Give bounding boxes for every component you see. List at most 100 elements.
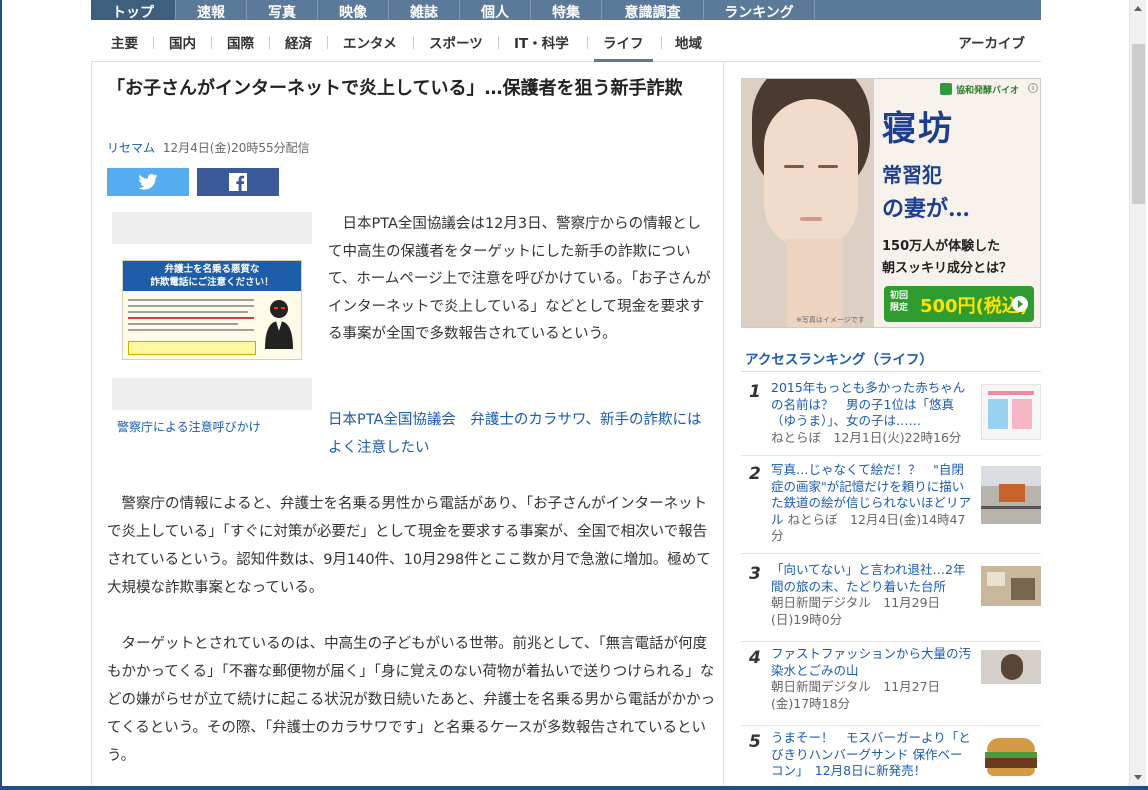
top-nav: トップ 速報 写真 映像 雑誌 個人 特集 意識調査 ランキング (91, 0, 1041, 20)
ranking-title: アクセスランキング（ライフ） (745, 352, 933, 368)
top-nav-ranking[interactable]: ランキング (704, 0, 815, 20)
ad-line: 常習犯 (882, 163, 942, 187)
twitter-icon (138, 174, 158, 190)
top-nav-breaking[interactable]: 速報 (176, 0, 247, 20)
ranking-text: 2015年もっとも多かった赤ちゃんの名前は？ 男の子1位は「悠真（ゆうま）」、女… (771, 380, 971, 446)
ad-photo-face (764, 99, 858, 249)
arrow-right-icon (1012, 296, 1028, 312)
ranking-text: ファストファッションから大量の汚染水とごみの山 朝日新聞デジタル 11月27日(… (771, 646, 971, 712)
ranking-source: ねとらぼ 12月1日(火)22時16分 (771, 429, 962, 445)
subnav-divider (153, 36, 154, 49)
ranking-thumbnail[interactable] (981, 466, 1041, 524)
subnav-it-science[interactable]: IT・科学 (514, 32, 569, 52)
ad-cta-label: 初回 限定 (890, 291, 909, 313)
image-frame-bottom (112, 378, 312, 410)
ranking-number: 4 (749, 648, 761, 668)
subnav-divider (661, 36, 662, 49)
ad-photo-note: ※写真はイメージです (796, 316, 865, 324)
archive-link[interactable]: アーカイブ (958, 32, 1025, 52)
subnav-divider (327, 36, 328, 49)
top-nav-personal[interactable]: 個人 (460, 0, 531, 20)
ranking-link[interactable]: ファストファッションから大量の汚染水とごみの山 (771, 646, 971, 678)
poster-text-line (128, 299, 254, 301)
subnav-main[interactable]: 主要 (111, 32, 138, 52)
ranking-item[interactable]: 3 「向いてない」と言われ退社…2年間の旅の末、たどり着いた台所 朝日新聞デジタ… (741, 562, 1041, 642)
ranking-thumbnail[interactable] (981, 384, 1041, 440)
top-nav-magazine[interactable]: 雑誌 (389, 0, 460, 20)
ranking-item[interactable]: 5 うまそー！ モスバーガーより「とびきりハンバーグサンド 保作ベーコン」 12… (741, 730, 1041, 786)
subnav-life[interactable]: ライフ (603, 32, 644, 52)
ad-photo-mouth (800, 217, 822, 221)
ad-brand: 協和発酵バイオ (956, 86, 1020, 96)
article-lead: 日本PTA全国協議会は12月3日、警察庁からの情報として中高生の保護者をターゲッ… (328, 216, 711, 342)
facebook-icon (229, 173, 247, 191)
ad-cta-button[interactable]: 初回 限定 500円(税込) (884, 286, 1034, 322)
ranking-item[interactable]: 1 2015年もっとも多かった赤ちゃんの名前は？ 男の子1位は「悠真（ゆうま）」… (741, 380, 1041, 456)
poster-heading: 弁護士を名乗る悪質な 詐欺電話にご注意ください！ (123, 261, 301, 291)
ranking-divider (741, 371, 1041, 372)
poster-text-line (128, 317, 254, 319)
ranking-item[interactable]: 2 写真…じゃなくて絵だ！？ "自閉症の画家"が記憶だけを頼りに描いた鉄道の絵が… (741, 462, 1041, 554)
suspect-figure-icon (265, 300, 293, 349)
ranking-link[interactable]: 「向いてない」と言われ退社…2年間の旅の末、たどり着いた台所 (771, 562, 965, 594)
scroll-up-icon[interactable] (1134, 6, 1142, 11)
ranking-thumbnail[interactable] (981, 566, 1041, 606)
subnav-entertainment[interactable]: エンタメ (343, 32, 397, 52)
ranking-number: 3 (749, 564, 761, 584)
ranking-thumbnail[interactable] (981, 734, 1041, 784)
top-nav-top[interactable]: トップ (91, 0, 176, 20)
top-nav-feature[interactable]: 特集 (531, 0, 602, 20)
ranking-item[interactable]: 4 ファストファッションから大量の汚染水とごみの山 朝日新聞デジタル 11月27… (741, 646, 1041, 726)
image-caption-link[interactable]: 警察庁による注意呼びかけ (117, 418, 261, 435)
subnav-sports[interactable]: スポーツ (429, 32, 483, 52)
top-nav-video[interactable]: 映像 (318, 0, 389, 20)
ranking-thumbnail[interactable] (981, 650, 1041, 684)
twitter-share-button[interactable] (107, 168, 189, 196)
ranking-source: 朝日新聞デジタル 11月27日(金)17時18分 (771, 679, 941, 711)
subnav-international[interactable]: 国際 (227, 32, 254, 52)
image-frame-top (112, 212, 312, 244)
ranking-number: 2 (749, 464, 761, 484)
article-date: 12月4日(金)20時55分配信 (162, 141, 310, 155)
ad-photo-eye (784, 165, 804, 168)
scrollbar-thumb[interactable] (1132, 44, 1145, 204)
top-nav-photo[interactable]: 写真 (247, 0, 318, 20)
poster-text-line (128, 311, 248, 313)
ranking-text: 写真…じゃなくて絵だ！？ "自閉症の画家"が記憶だけを頼りに描いた鉄道の絵が信じ… (771, 462, 971, 545)
top-nav-survey[interactable]: 意識調査 (602, 0, 704, 20)
subnav-economy[interactable]: 経済 (285, 32, 312, 52)
ranking-number: 5 (749, 732, 761, 752)
subnav-divider (211, 36, 212, 49)
ranking-link[interactable]: 2015年もっとも多かった赤ちゃんの名前は？ 男の子1位は「悠真（ゆうま）」、女… (771, 380, 965, 428)
ranking-link[interactable]: うまそー！ モスバーガーより「とびきりハンバーグサンド 保作ベーコン」 12月8… (771, 730, 971, 778)
ad-line: 朝スッキリ成分とは？ (882, 261, 1013, 276)
ranking-text: 「向いてない」と言われ退社…2年間の旅の末、たどり着いた台所 朝日新聞デジタル … (771, 562, 971, 628)
article-source-link[interactable]: リセマム (107, 141, 155, 155)
facebook-share-button[interactable] (197, 168, 279, 196)
poster-text-line (128, 323, 238, 325)
poster-text-line (128, 305, 254, 307)
scroll-down-icon[interactable] (1134, 775, 1142, 780)
ad-photo-eye (818, 165, 838, 168)
article-meta: リセマム 12月4日(金)20時55分配信 (107, 139, 310, 156)
advertisement-banner[interactable]: ※写真はイメージです 協和発酵バイオ i 寝坊 常習犯 の妻が… 150万人が体… (741, 78, 1041, 328)
ranking-source: ねとらぼ 12月4日(金)14時47分 (771, 511, 966, 544)
article-paragraph: ターゲットとされているのは、中高生の子どもがいる世帯。前兆として、「無言電話が何… (107, 636, 716, 764)
vertical-scrollbar[interactable] (1129, 0, 1146, 786)
ad-info-icon[interactable]: i (1028, 83, 1038, 93)
ranking-source: 朝日新聞デジタル 11月29日(日)19時0分 (771, 595, 941, 627)
ad-line: 150万人が体験した (882, 239, 1001, 254)
ad-line: の妻が… (882, 196, 971, 222)
subnav-divider (587, 36, 588, 49)
article-paragraph: 警察庁の情報によると、弁護士を名乗る男性から電話があり、「お子さんがインターネッ… (107, 496, 711, 596)
subnav-domestic[interactable]: 国内 (169, 32, 196, 52)
brand-logo-icon (940, 83, 952, 95)
window-frame-bottom (0, 786, 1148, 790)
warning-poster-image[interactable]: 弁護士を名乗る悪質な 詐欺電話にご注意ください！ (122, 260, 302, 360)
article-title: 「お子さんがインターネットで炎上している」…保護者を狙う新手詐欺 (107, 78, 683, 99)
category-subnav: 主要 国内 国際 経済 エンタメ スポーツ IT・科学 ライフ 地域 アーカイブ (91, 20, 1041, 62)
related-link[interactable]: 日本PTA全国協議会 弁護士のカラサワ、新手の詐欺にはよく注意したい (328, 406, 713, 462)
ad-headline: 寝坊 (882, 109, 954, 149)
subnav-divider (498, 36, 499, 49)
subnav-region[interactable]: 地域 (675, 32, 702, 52)
